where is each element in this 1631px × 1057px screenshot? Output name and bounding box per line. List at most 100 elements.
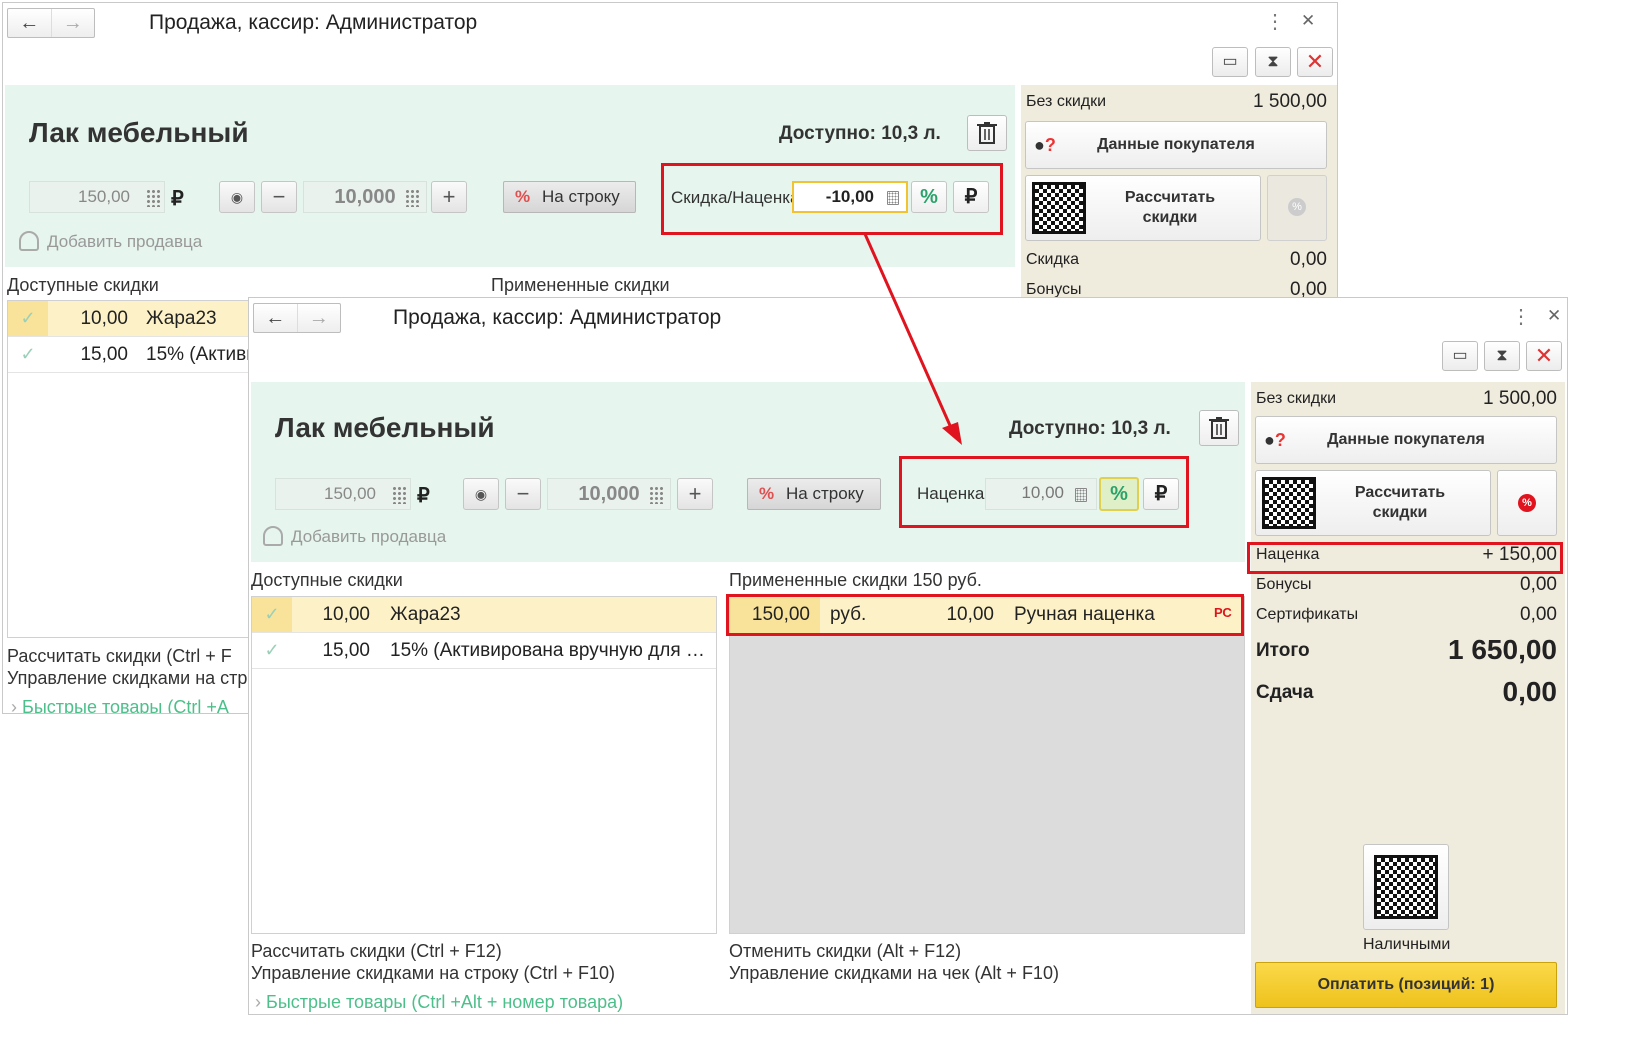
chevron-right-icon: › <box>11 697 22 714</box>
keypad-icon[interactable] <box>649 486 665 504</box>
calc-discounts-button[interactable]: Рассчитать скидки <box>1025 175 1261 241</box>
discount-value: 15,00 <box>322 640 370 661</box>
minus-button[interactable]: − <box>505 478 541 510</box>
percent-icon: % <box>515 187 531 206</box>
discount-name: 15% (Активи <box>146 344 257 365</box>
no-discount-label: Без скидки <box>1026 93 1107 110</box>
nav-buttons[interactable]: ← → <box>253 303 341 333</box>
cancel-check-icon[interactable]: ✕ <box>1297 47 1333 77</box>
cancel-check-icon[interactable]: ✕ <box>1526 341 1562 371</box>
highlight-applied-row <box>726 594 1244 636</box>
hourglass-icon[interactable]: ⧗ <box>1255 47 1291 77</box>
product-name: Лак мебельный <box>29 117 249 148</box>
discount-markup-label: Скидка/Наценка <box>671 188 800 207</box>
change-label: Сдача <box>1256 682 1314 703</box>
discount-row[interactable]: ✓ 15,00 15% (Активирована вручную для … <box>252 633 716 669</box>
discount-row[interactable]: ✓ 10,00 Жара23 <box>252 597 716 633</box>
check-icon: ✓ <box>8 301 48 336</box>
window-title: Продажа, кассир: Администратор <box>149 11 478 34</box>
discount-value: 10,00 <box>80 308 128 329</box>
forward-arrow-icon[interactable]: → <box>50 9 95 37</box>
comment-icon[interactable]: ▭ <box>1212 47 1248 77</box>
discount-status-icon: % <box>1267 175 1327 241</box>
percent-toggle[interactable]: % <box>911 181 947 213</box>
applied-discounts-header: Примененные скидки 150 руб. <box>729 570 982 590</box>
discount-value: 15,00 <box>80 344 128 365</box>
available-stock: Доступно: 10,3 л. <box>779 123 941 144</box>
no-discount-label: Без скидки <box>1256 390 1337 407</box>
nav-buttons[interactable]: ← → <box>7 8 95 38</box>
price-field[interactable]: 150,00 <box>275 478 411 510</box>
discount-name: Жара23 <box>390 604 461 625</box>
per-line-discount-button[interactable]: % На строку <box>747 478 881 510</box>
add-seller-link[interactable]: Добавить продавца <box>263 526 446 547</box>
plus-button[interactable]: + <box>677 478 713 510</box>
applied-discounts-list: 150,00 руб. 10,00 Ручная наценка РС <box>729 596 1245 934</box>
currency-symbol: ₽ <box>171 188 184 210</box>
discount-label: Скидка <box>1026 251 1080 268</box>
discount-name: Жара23 <box>146 308 217 329</box>
person-icon <box>263 526 283 546</box>
close-icon[interactable]: ✕ <box>1301 11 1315 31</box>
window-title: Продажа, кассир: Администратор <box>393 306 722 329</box>
ruble-toggle[interactable]: ₽ <box>953 181 989 213</box>
trash-icon[interactable] <box>967 115 1007 151</box>
forward-arrow-icon[interactable]: → <box>296 304 341 332</box>
calculator-icon[interactable] <box>1075 488 1087 502</box>
customer-unknown-icon: ●? <box>1034 135 1056 155</box>
per-line-discount-button[interactable]: % На строку <box>503 181 636 213</box>
markup-label: Наценка <box>1256 546 1320 563</box>
calc-discounts-button[interactable]: Рассчитать скидки <box>1255 470 1491 536</box>
percent-toggle[interactable]: % <box>1099 477 1139 511</box>
manage-line-discounts-hint[interactable]: Управление скидками на стр <box>7 667 247 689</box>
bonus-label: Бонусы <box>1256 576 1312 593</box>
quick-items-link[interactable]: › Быстрые товары (Ctrl +Alt + номер това… <box>255 992 623 1013</box>
plus-button[interactable]: + <box>431 181 467 213</box>
hourglass-icon[interactable]: ⧗ <box>1484 341 1520 371</box>
certificates-value: 0,00 <box>1520 604 1557 625</box>
add-seller-link[interactable]: Добавить продавца <box>19 231 202 252</box>
cancel-discounts-hint[interactable]: Отменить скидки (Alt + F12) <box>729 940 961 962</box>
total-value: 1 650,00 <box>1448 634 1557 665</box>
customer-data-button[interactable]: ●? Данные покупателя <box>1255 416 1557 464</box>
qr-code-icon <box>1262 477 1316 529</box>
keypad-icon[interactable] <box>392 486 408 504</box>
calc-discounts-hint[interactable]: Рассчитать скидки (Ctrl + F <box>7 645 232 667</box>
close-icon[interactable]: ✕ <box>1547 306 1561 326</box>
calculator-icon[interactable] <box>887 191 899 205</box>
customer-data-button[interactable]: ●? Данные покупателя <box>1025 121 1327 169</box>
trash-icon[interactable] <box>1199 410 1239 446</box>
comment-icon[interactable]: ▭ <box>1442 341 1478 371</box>
back-arrow-icon[interactable]: ← <box>8 9 51 37</box>
discount-name: 15% (Активирована вручную для … <box>390 640 705 661</box>
discount-status-icon[interactable]: % <box>1497 470 1557 536</box>
markup-value: + 150,00 <box>1482 544 1558 565</box>
price-field[interactable]: 150,00 <box>29 181 165 213</box>
eye-icon[interactable]: ◉ <box>463 478 499 510</box>
change-value: 0,00 <box>1502 676 1558 707</box>
percent-icon: % <box>759 484 775 503</box>
keypad-icon[interactable] <box>405 189 421 207</box>
more-icon[interactable]: ⋮ <box>1511 304 1531 329</box>
back-arrow-icon[interactable]: ← <box>254 304 297 332</box>
cash-payment-button[interactable] <box>1363 844 1449 930</box>
more-icon[interactable]: ⋮ <box>1265 9 1285 34</box>
front-window: ← → Продажа, кассир: Администратор ⋮ ✕ ▭ … <box>248 297 1568 1015</box>
quick-items-link[interactable]: › Быстрые товары (Ctrl +A <box>11 697 229 714</box>
discount-value: 0,00 <box>1290 249 1327 270</box>
ruble-toggle[interactable]: ₽ <box>1143 478 1179 510</box>
check-icon: ✓ <box>264 640 280 660</box>
keypad-icon[interactable] <box>146 189 162 207</box>
check-icon: ✓ <box>20 344 36 364</box>
pay-button[interactable]: Оплатить (позиций: 1) <box>1255 962 1557 1008</box>
cash-label: Наличными <box>1363 936 1451 953</box>
manage-check-discounts-hint[interactable]: Управление скидками на чек (Alt + F10) <box>729 962 1059 984</box>
available-discounts-list: ✓ 10,00 Жара23 ✓ 15,00 15% (Активирована… <box>251 596 717 934</box>
calc-discounts-hint[interactable]: Рассчитать скидки (Ctrl + F12) <box>251 940 502 962</box>
eye-icon[interactable]: ◉ <box>219 181 255 213</box>
manage-line-discounts-hint[interactable]: Управление скидками на строку (Ctrl + F1… <box>251 962 615 984</box>
currency-symbol: ₽ <box>417 485 430 507</box>
person-icon <box>19 231 39 251</box>
certificates-label: Сертификаты <box>1256 606 1359 623</box>
minus-button[interactable]: − <box>261 181 297 213</box>
